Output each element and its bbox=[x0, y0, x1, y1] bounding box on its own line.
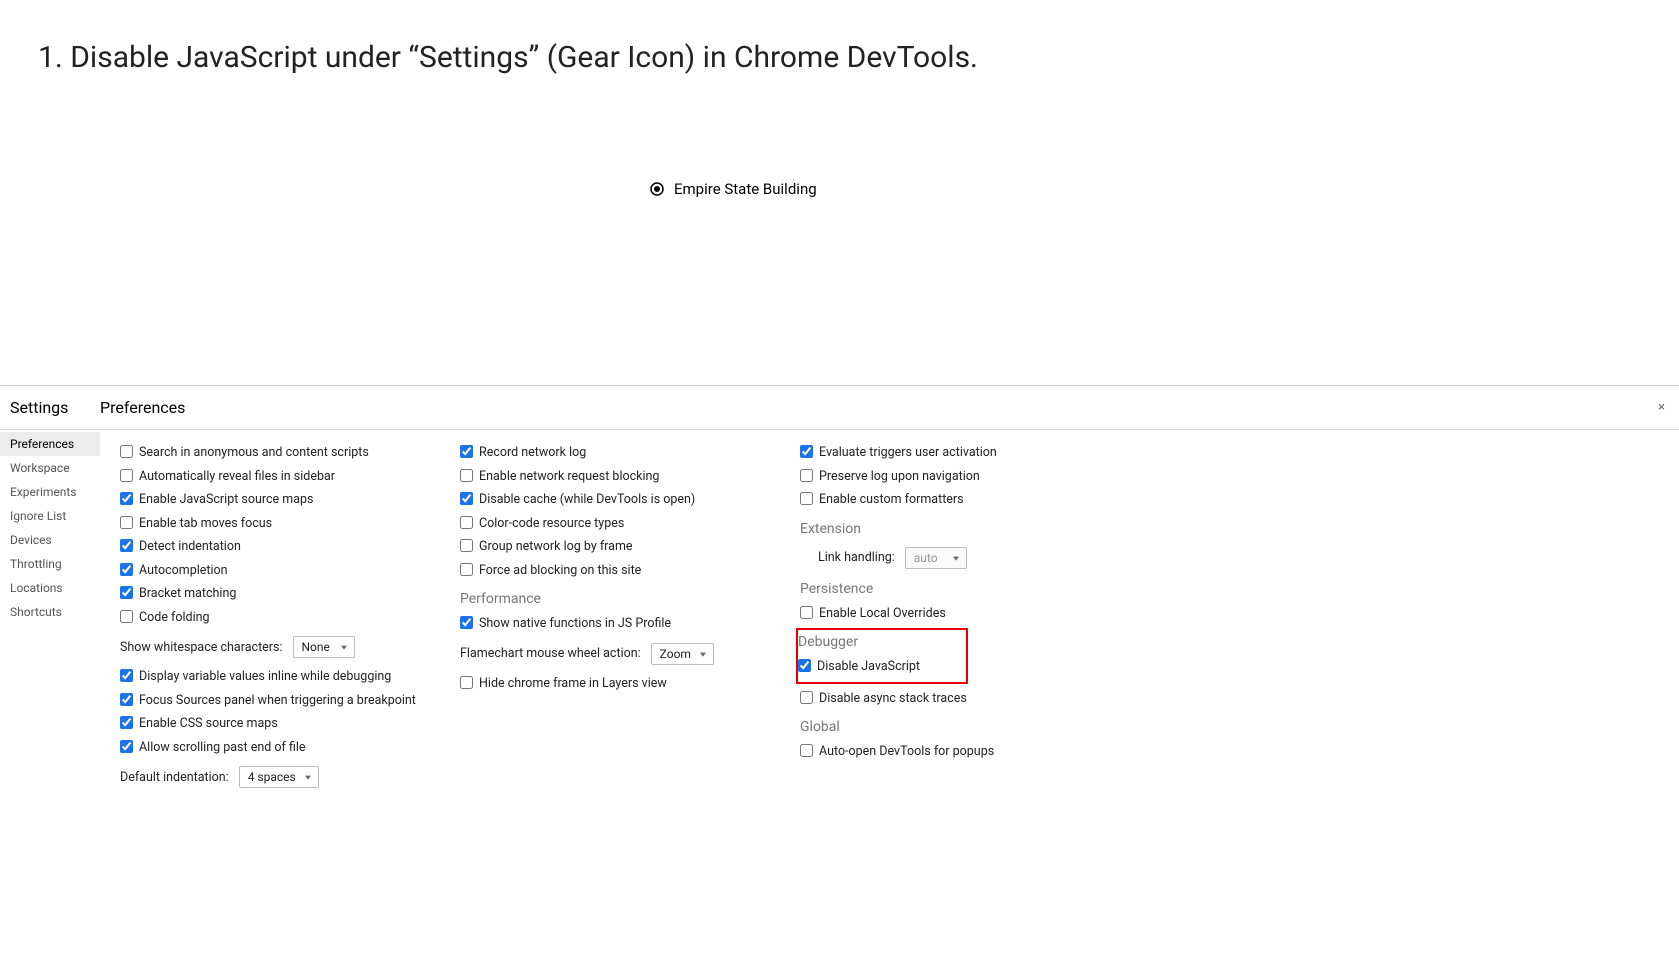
opt-css-source-maps[interactable]: Enable CSS source maps bbox=[120, 715, 420, 733]
instruction-heading: 1. Disable JavaScript under “Settings” (… bbox=[0, 0, 1679, 75]
checkbox-disable-javascript[interactable] bbox=[798, 659, 811, 672]
opt-hide-chrome-frame[interactable]: Hide chrome frame in Layers view bbox=[460, 675, 760, 693]
opt-disable-cache[interactable]: Disable cache (while DevTools is open) bbox=[460, 491, 760, 509]
checkbox-search-anon[interactable] bbox=[120, 445, 133, 458]
opt-auto-open-devtools[interactable]: Auto-open DevTools for popups bbox=[800, 743, 1100, 761]
location-label: Empire State Building bbox=[674, 180, 817, 198]
checkbox-group-frame[interactable] bbox=[460, 539, 473, 552]
indent-select[interactable]: 4 spaces bbox=[239, 766, 319, 788]
checkbox-custom-formatters[interactable] bbox=[800, 492, 813, 505]
opt-js-source-maps[interactable]: Enable JavaScript source maps bbox=[120, 491, 420, 509]
opt-net-blocking[interactable]: Enable network request blocking bbox=[460, 468, 760, 486]
checkbox-code-folding[interactable] bbox=[120, 610, 133, 623]
opt-adblock[interactable]: Force ad blocking on this site bbox=[460, 562, 760, 580]
panel-body: Preferences Workspace Experiments Ignore… bbox=[0, 430, 1679, 798]
opt-tab-focus[interactable]: Enable tab moves focus bbox=[120, 515, 420, 533]
flamechart-row: Flamechart mouse wheel action: Zoom bbox=[460, 643, 760, 665]
checkbox-color-code[interactable] bbox=[460, 516, 473, 529]
preferences-content: Search in anonymous and content scripts … bbox=[100, 430, 1679, 798]
flamechart-label: Flamechart mouse wheel action: bbox=[460, 646, 641, 661]
location-pin-icon bbox=[648, 180, 666, 198]
extension-heading: Extension bbox=[800, 521, 1100, 537]
whitespace-row: Show whitespace characters: None bbox=[120, 636, 420, 658]
checkbox-hide-chrome-frame[interactable] bbox=[460, 676, 473, 689]
indent-row: Default indentation: 4 spaces bbox=[120, 766, 420, 788]
sidebar-item-throttling[interactable]: Throttling bbox=[0, 552, 100, 576]
preferences-title: Preferences bbox=[100, 398, 185, 417]
opt-preserve-log-nav[interactable]: Preserve log upon navigation bbox=[800, 468, 1100, 486]
checkbox-adblock[interactable] bbox=[460, 563, 473, 576]
prefs-column-1: Search in anonymous and content scripts … bbox=[100, 438, 440, 798]
checkbox-focus-sources[interactable] bbox=[120, 693, 133, 706]
devtools-settings-panel: Settings Preferences × Preferences Works… bbox=[0, 385, 1679, 798]
checkbox-scroll-past-end[interactable] bbox=[120, 740, 133, 753]
whitespace-select[interactable]: None bbox=[293, 636, 355, 658]
opt-native-fns[interactable]: Show native functions in JS Profile bbox=[460, 615, 760, 633]
sidebar-item-devices[interactable]: Devices bbox=[0, 528, 100, 552]
link-handling-label: Link handling: bbox=[818, 550, 895, 565]
document-upper-region: 1. Disable JavaScript under “Settings” (… bbox=[0, 0, 1679, 385]
opt-auto-reveal[interactable]: Automatically reveal files in sidebar bbox=[120, 468, 420, 486]
whitespace-label: Show whitespace characters: bbox=[120, 640, 283, 655]
sidebar-item-preferences[interactable]: Preferences bbox=[0, 432, 100, 456]
opt-disable-javascript[interactable]: Disable JavaScript bbox=[798, 658, 960, 676]
sidebar-item-ignore-list[interactable]: Ignore List bbox=[0, 504, 100, 528]
indent-label: Default indentation: bbox=[120, 770, 229, 785]
opt-autocomplete[interactable]: Autocompletion bbox=[120, 562, 420, 580]
instruction-text: Disable JavaScript under “Settings” (Gea… bbox=[70, 40, 978, 75]
sidebar-item-shortcuts[interactable]: Shortcuts bbox=[0, 600, 100, 624]
settings-title: Settings bbox=[0, 398, 100, 417]
location-marker: Empire State Building bbox=[648, 180, 817, 198]
opt-bracket[interactable]: Bracket matching bbox=[120, 585, 420, 603]
opt-scroll-past-end[interactable]: Allow scrolling past end of file bbox=[120, 739, 420, 757]
checkbox-js-source-maps[interactable] bbox=[120, 492, 133, 505]
checkbox-bracket[interactable] bbox=[120, 586, 133, 599]
checkbox-auto-reveal[interactable] bbox=[120, 469, 133, 482]
checkbox-disable-cache[interactable] bbox=[460, 492, 473, 505]
checkbox-local-overrides[interactable] bbox=[800, 606, 813, 619]
opt-disable-async-stack[interactable]: Disable async stack traces bbox=[800, 690, 1100, 708]
debugger-heading: Debugger bbox=[798, 634, 960, 650]
checkbox-css-source-maps[interactable] bbox=[120, 716, 133, 729]
opt-eval-activation[interactable]: Evaluate triggers user activation bbox=[800, 444, 1100, 462]
debugger-highlight-box: Debugger Disable JavaScript bbox=[796, 628, 968, 684]
checkbox-tab-focus[interactable] bbox=[120, 516, 133, 529]
checkbox-record-netlog[interactable] bbox=[460, 445, 473, 458]
settings-sidebar: Preferences Workspace Experiments Ignore… bbox=[0, 430, 100, 798]
checkbox-net-blocking[interactable] bbox=[460, 469, 473, 482]
link-handling-row: Link handling: auto bbox=[818, 547, 1100, 569]
checkbox-auto-open-devtools[interactable] bbox=[800, 744, 813, 757]
checkbox-preserve-log-nav[interactable] bbox=[800, 469, 813, 482]
opt-color-code[interactable]: Color-code resource types bbox=[460, 515, 760, 533]
link-handling-select[interactable]: auto bbox=[905, 547, 967, 569]
panel-header: Settings Preferences × bbox=[0, 386, 1679, 430]
close-button[interactable]: × bbox=[1658, 400, 1665, 415]
opt-custom-formatters[interactable]: Enable custom formatters bbox=[800, 491, 1100, 509]
checkbox-autocomplete[interactable] bbox=[120, 563, 133, 576]
prefs-column-3: Evaluate triggers user activation Preser… bbox=[780, 438, 1120, 798]
opt-search-anon[interactable]: Search in anonymous and content scripts bbox=[120, 444, 420, 462]
checkbox-eval-activation[interactable] bbox=[800, 445, 813, 458]
sidebar-item-locations[interactable]: Locations bbox=[0, 576, 100, 600]
checkbox-inline-values[interactable] bbox=[120, 669, 133, 682]
opt-code-folding[interactable]: Code folding bbox=[120, 609, 420, 627]
opt-detect-indent[interactable]: Detect indentation bbox=[120, 538, 420, 556]
flamechart-select[interactable]: Zoom bbox=[651, 643, 714, 665]
performance-heading: Performance bbox=[460, 591, 760, 607]
checkbox-native-fns[interactable] bbox=[460, 616, 473, 629]
opt-local-overrides[interactable]: Enable Local Overrides bbox=[800, 605, 1100, 623]
global-heading: Global bbox=[800, 719, 1100, 735]
prefs-column-2: Record network log Enable network reques… bbox=[440, 438, 780, 798]
checkbox-detect-indent[interactable] bbox=[120, 539, 133, 552]
opt-group-frame[interactable]: Group network log by frame bbox=[460, 538, 760, 556]
checkbox-disable-async-stack[interactable] bbox=[800, 691, 813, 704]
instruction-number: 1. bbox=[38, 40, 63, 75]
sidebar-item-experiments[interactable]: Experiments bbox=[0, 480, 100, 504]
opt-focus-sources[interactable]: Focus Sources panel when triggering a br… bbox=[120, 692, 420, 710]
persistence-heading: Persistence bbox=[800, 581, 1100, 597]
opt-inline-values[interactable]: Display variable values inline while deb… bbox=[120, 668, 420, 686]
opt-record-netlog[interactable]: Record network log bbox=[460, 444, 760, 462]
sidebar-item-workspace[interactable]: Workspace bbox=[0, 456, 100, 480]
